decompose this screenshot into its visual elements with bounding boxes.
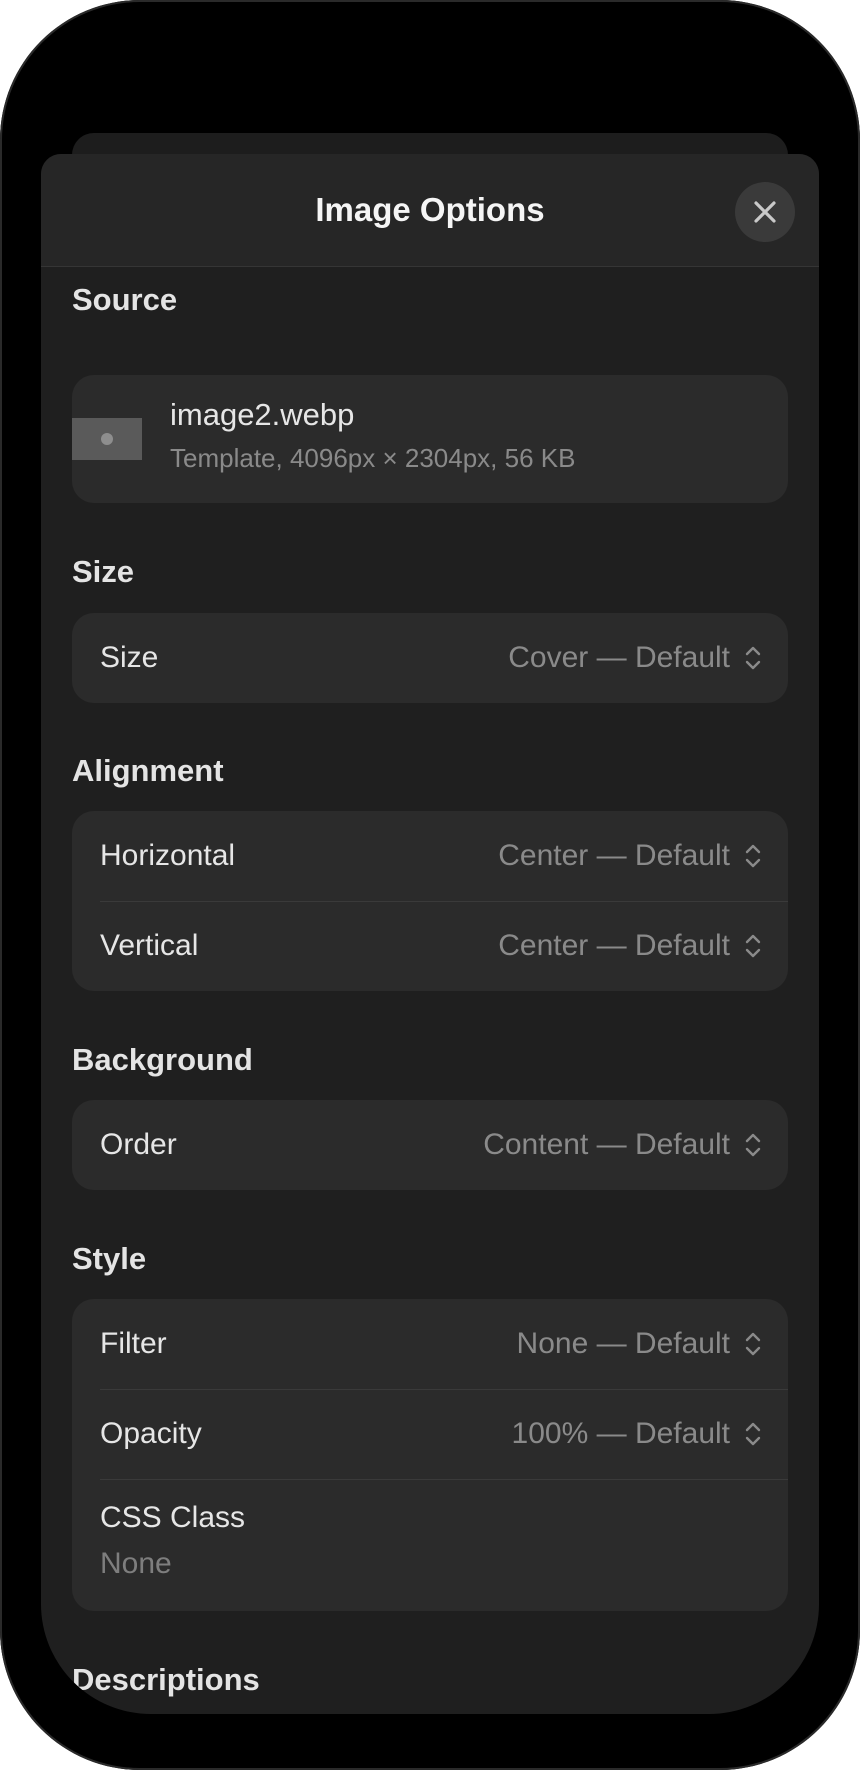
- thumbnail-dot: [101, 433, 113, 445]
- alignment-group: Horizontal Center — Default Vertical Cen…: [72, 811, 788, 991]
- chevron-up-down-icon: [745, 1422, 761, 1446]
- filter-value: None — Default: [516, 1327, 730, 1360]
- section-title-source: Source: [72, 282, 178, 317]
- order-row[interactable]: Order Content — Default: [72, 1100, 788, 1190]
- file-name: image2.webp: [170, 397, 355, 432]
- close-icon: [754, 201, 776, 223]
- device-frame: Image Options Source image2.webp Templat…: [0, 0, 860, 1770]
- section-title-style: Style: [72, 1241, 147, 1276]
- file-meta: Template, 4096px × 2304px, 56 KB: [170, 443, 576, 473]
- css-class-label: CSS Class: [100, 1501, 246, 1534]
- vertical-value: Center — Default: [498, 929, 730, 962]
- image-options-sheet: Image Options Source image2.webp Templat…: [41, 154, 819, 1714]
- vertical-row[interactable]: Vertical Center — Default: [72, 901, 788, 991]
- css-class-value: None: [100, 1547, 172, 1580]
- css-class-row[interactable]: CSS Class None: [72, 1479, 788, 1611]
- size-label: Size: [100, 641, 159, 674]
- chevron-up-down-icon: [745, 934, 761, 958]
- style-group: Filter None — Default Opacity 100% — Def…: [72, 1299, 788, 1611]
- size-group: Size Cover — Default: [72, 613, 788, 703]
- section-title-background: Background: [72, 1042, 253, 1077]
- order-label: Order: [100, 1128, 177, 1161]
- opacity-value: 100% — Default: [511, 1417, 730, 1450]
- opacity-label: Opacity: [100, 1417, 202, 1450]
- sheet-header: Image Options: [41, 154, 819, 267]
- chevron-up-down-icon: [745, 844, 761, 868]
- image-thumbnail: [72, 418, 142, 460]
- horizontal-value: Center — Default: [498, 839, 730, 872]
- chevron-up-down-icon: [745, 1133, 761, 1157]
- filter-row[interactable]: Filter None — Default: [72, 1299, 788, 1389]
- size-row[interactable]: Size Cover — Default: [72, 613, 788, 703]
- horizontal-label: Horizontal: [100, 839, 236, 872]
- vertical-label: Vertical: [100, 929, 199, 962]
- background-group: Order Content — Default: [72, 1100, 788, 1190]
- close-button[interactable]: [735, 182, 795, 242]
- size-value: Cover — Default: [508, 641, 730, 674]
- source-card[interactable]: image2.webp Template, 4096px × 2304px, 5…: [72, 375, 788, 503]
- chevron-up-down-icon: [745, 646, 761, 670]
- section-title-alignment: Alignment: [72, 753, 224, 788]
- sheet-title: Image Options: [315, 191, 545, 228]
- opacity-row[interactable]: Opacity 100% — Default: [72, 1389, 788, 1479]
- order-value: Content — Default: [483, 1128, 730, 1161]
- horizontal-row[interactable]: Horizontal Center — Default: [72, 811, 788, 901]
- filter-label: Filter: [100, 1327, 167, 1360]
- section-title-descriptions: Descriptions: [72, 1662, 260, 1697]
- chevron-up-down-icon: [745, 1332, 761, 1356]
- section-title-size: Size: [72, 554, 135, 589]
